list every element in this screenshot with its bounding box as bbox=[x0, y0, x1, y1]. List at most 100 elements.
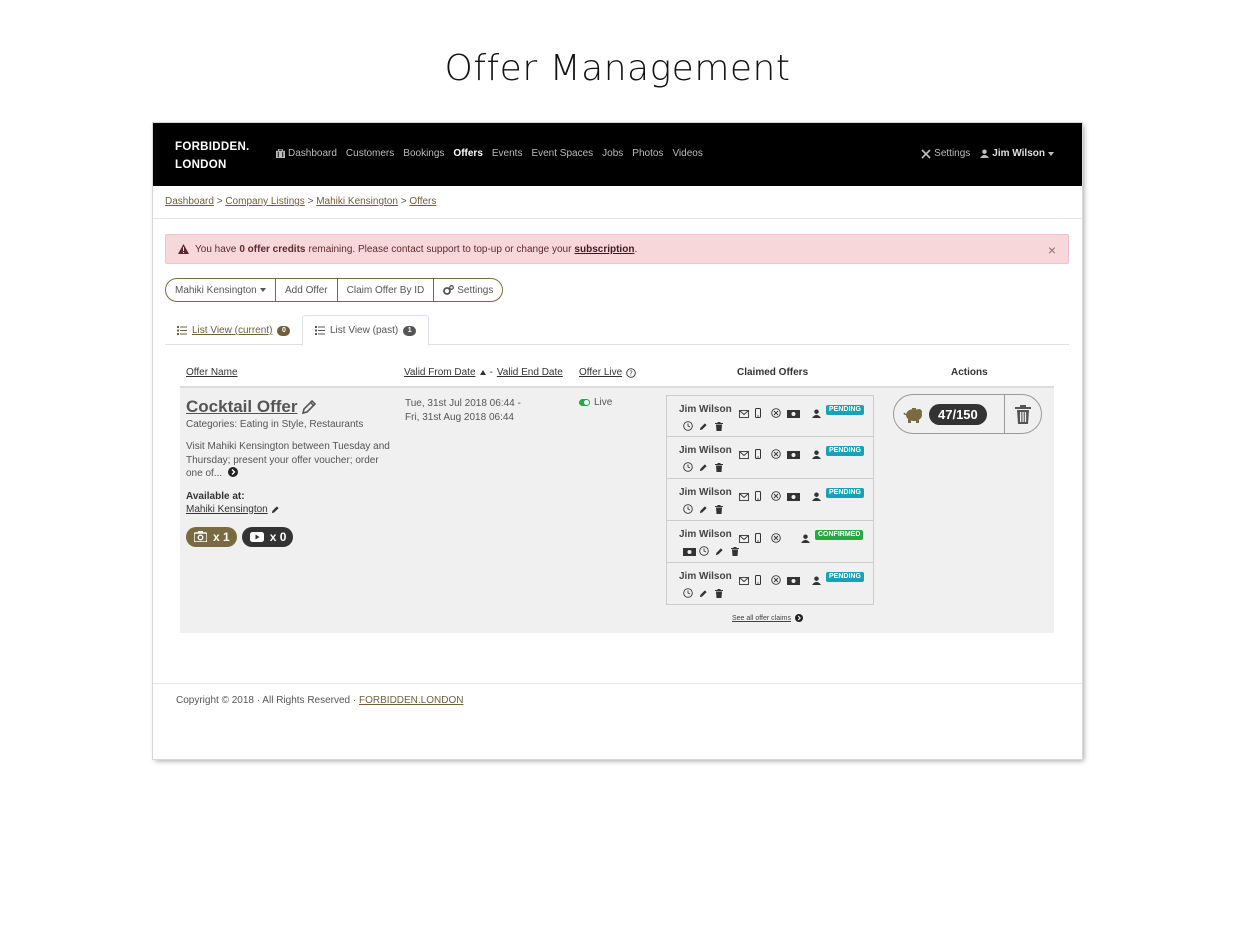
cancel-circle-icon[interactable] bbox=[770, 572, 781, 585]
trash-icon[interactable] bbox=[715, 459, 725, 472]
help-icon[interactable]: ? bbox=[626, 367, 636, 378]
nav-item-event-spaces[interactable]: Event Spaces bbox=[531, 148, 593, 159]
claimant-name[interactable]: Jim Wilson bbox=[679, 404, 732, 415]
claimant-name[interactable]: Jim Wilson bbox=[679, 445, 732, 456]
mobile-icon[interactable] bbox=[754, 446, 765, 459]
tab-current-count: 0 bbox=[277, 325, 291, 336]
claimant-name[interactable]: Jim Wilson bbox=[679, 529, 732, 540]
claimant-name[interactable]: Jim Wilson bbox=[679, 571, 732, 582]
pencil-icon[interactable] bbox=[271, 505, 280, 514]
nav-item-photos[interactable]: Photos bbox=[632, 148, 663, 159]
alert-close-button[interactable]: × bbox=[1048, 242, 1056, 258]
mobile-icon[interactable] bbox=[754, 405, 765, 418]
user-icon[interactable] bbox=[801, 530, 811, 543]
subscription-link[interactable]: subscription bbox=[574, 244, 634, 255]
money-icon[interactable] bbox=[786, 405, 800, 418]
mobile-icon[interactable] bbox=[754, 572, 765, 585]
offer-date-end: Fri, 31st Aug 2018 06:44 bbox=[405, 411, 514, 423]
offer-title: Cocktail Offer bbox=[186, 397, 298, 416]
pencil-icon[interactable] bbox=[699, 418, 709, 431]
trash-icon[interactable] bbox=[715, 418, 725, 431]
pencil-icon[interactable] bbox=[699, 585, 709, 598]
videos-badge[interactable]: x 0 bbox=[241, 526, 294, 547]
nav-item-videos[interactable]: Videos bbox=[672, 148, 702, 159]
tab-list-view-past[interactable]: List View (past) 1 bbox=[302, 315, 430, 346]
trash-icon[interactable] bbox=[715, 501, 725, 514]
delete-offer-button[interactable] bbox=[1005, 395, 1041, 433]
tab-list-view-current[interactable]: List View (current) 0 bbox=[165, 315, 302, 346]
envelope-icon[interactable] bbox=[738, 572, 749, 585]
clock-icon[interactable] bbox=[683, 501, 693, 514]
user-icon[interactable] bbox=[812, 572, 822, 585]
col-offer-live-label[interactable]: Offer Live bbox=[579, 367, 622, 378]
credits-button[interactable]: 47/150 bbox=[894, 395, 1005, 433]
user-icon[interactable] bbox=[812, 446, 822, 459]
money-icon[interactable] bbox=[683, 543, 696, 556]
trash-icon[interactable] bbox=[715, 585, 725, 598]
envelope-icon[interactable] bbox=[738, 405, 749, 418]
youtube-icon bbox=[249, 531, 264, 542]
clock-icon[interactable] bbox=[683, 585, 693, 598]
footer-site-link[interactable]: FORBIDDEN.LONDON bbox=[359, 695, 463, 706]
claimant-name[interactable]: Jim Wilson bbox=[679, 487, 732, 498]
clock-icon[interactable] bbox=[699, 543, 709, 556]
cancel-circle-icon[interactable] bbox=[770, 405, 781, 418]
clock-icon[interactable] bbox=[683, 418, 693, 431]
svg-text:?: ? bbox=[629, 369, 633, 377]
brand-logo[interactable]: FORBIDDEN. LONDON bbox=[175, 138, 250, 174]
add-offer-button[interactable]: Add Offer bbox=[276, 279, 338, 301]
nav-settings[interactable]: Settings bbox=[921, 148, 970, 159]
col-offer-name[interactable]: Offer Name bbox=[186, 367, 238, 378]
pencil-icon[interactable] bbox=[699, 459, 709, 472]
offer-live-cell[interactable]: Live bbox=[579, 397, 612, 408]
money-icon[interactable] bbox=[786, 488, 800, 501]
venue-select[interactable]: Mahiki Kensington bbox=[166, 279, 276, 301]
available-venue-link[interactable]: Mahiki Kensington bbox=[186, 504, 396, 515]
envelope-icon[interactable] bbox=[738, 446, 749, 459]
pencil-icon[interactable] bbox=[301, 399, 317, 415]
cancel-circle-icon[interactable] bbox=[770, 446, 781, 459]
cancel-circle-icon[interactable] bbox=[770, 488, 781, 501]
col-actions: Actions bbox=[951, 367, 988, 378]
breadcrumb-offers[interactable]: Offers bbox=[409, 196, 436, 207]
user-icon[interactable] bbox=[812, 405, 822, 418]
claim-offer-by-id-button[interactable]: Claim Offer By ID bbox=[338, 279, 435, 301]
user-menu[interactable]: Jim Wilson bbox=[980, 148, 1054, 159]
chevron-right-circle-icon[interactable] bbox=[227, 467, 238, 477]
see-all-claims-link[interactable]: See all offer claims bbox=[732, 614, 804, 622]
col-valid-from[interactable]: Valid From Date bbox=[404, 367, 476, 378]
alert-credits: 0 offer credits bbox=[239, 243, 306, 255]
view-tabs: List View (current) 0 List View (past) 1 bbox=[165, 315, 1069, 346]
photos-badge[interactable]: x 1 bbox=[186, 526, 237, 547]
col-claimed-offers: Claimed Offers bbox=[737, 367, 809, 378]
settings-button[interactable]: Settings bbox=[434, 279, 502, 301]
live-toggle-icon[interactable] bbox=[579, 399, 590, 406]
pencil-icon[interactable] bbox=[699, 501, 709, 514]
offer-title-link[interactable]: Cocktail Offer bbox=[186, 397, 396, 417]
nav-item-customers[interactable]: Customers bbox=[346, 148, 394, 159]
envelope-icon[interactable] bbox=[738, 530, 749, 543]
mobile-icon[interactable] bbox=[754, 488, 765, 501]
credits-alert: You have 0 offer credits remaining. Plea… bbox=[165, 234, 1069, 264]
user-icon[interactable] bbox=[812, 488, 822, 501]
nav-item-offers[interactable]: Offers bbox=[453, 148, 482, 159]
list-icon bbox=[177, 326, 187, 335]
breadcrumb-venue[interactable]: Mahiki Kensington bbox=[316, 196, 398, 207]
envelope-icon[interactable] bbox=[738, 488, 749, 501]
nav-item-events[interactable]: Events bbox=[492, 148, 523, 159]
mobile-icon[interactable] bbox=[754, 530, 765, 543]
nav-item-dashboard[interactable]: Dashboard bbox=[276, 148, 337, 159]
claim-status: PENDING bbox=[812, 572, 864, 585]
pencil-icon[interactable] bbox=[715, 543, 725, 556]
breadcrumb-company-listings[interactable]: Company Listings bbox=[225, 196, 304, 207]
trash-icon[interactable] bbox=[731, 543, 741, 556]
money-icon[interactable] bbox=[786, 446, 800, 459]
nav-item-bookings[interactable]: Bookings bbox=[403, 148, 444, 159]
breadcrumb-dashboard[interactable]: Dashboard bbox=[165, 196, 214, 207]
nav-item-jobs[interactable]: Jobs bbox=[602, 148, 623, 159]
videos-count: x 0 bbox=[269, 529, 287, 544]
clock-icon[interactable] bbox=[683, 459, 693, 472]
col-valid-end[interactable]: Valid End Date bbox=[497, 367, 563, 378]
money-icon[interactable] bbox=[786, 572, 800, 585]
cancel-circle-icon[interactable] bbox=[770, 530, 781, 543]
